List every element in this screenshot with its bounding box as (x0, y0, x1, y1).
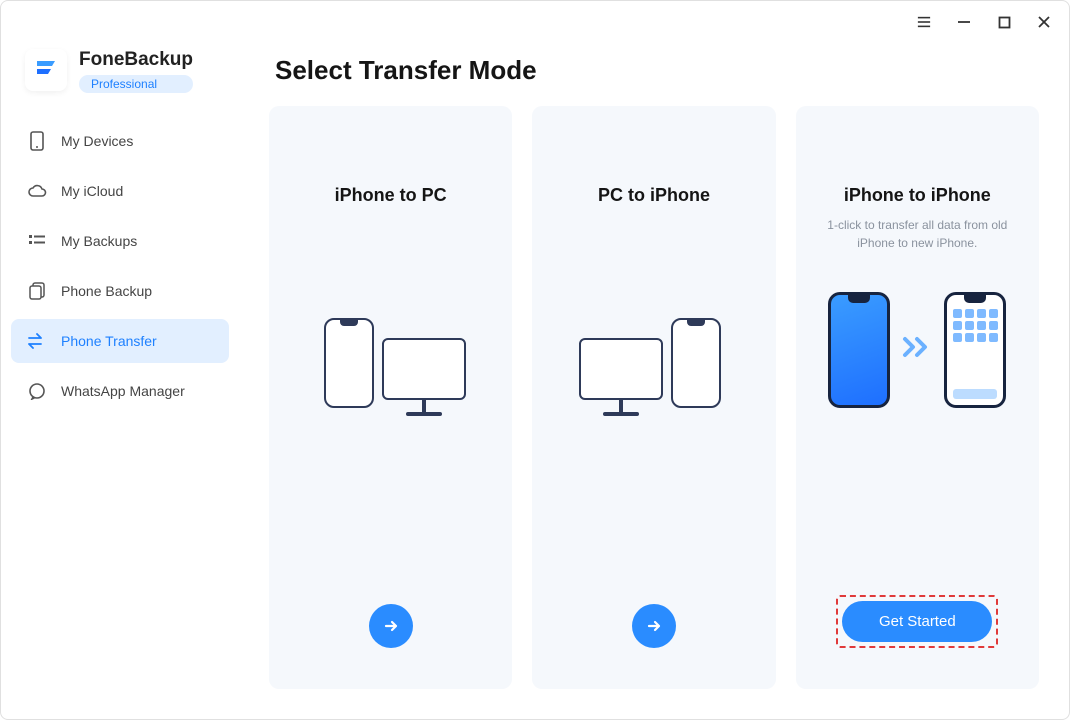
sidebar-item-label: My Devices (61, 133, 133, 149)
sidebar-item-label: Phone Backup (61, 283, 152, 299)
cloud-icon (27, 181, 47, 201)
menu-icon[interactable] (917, 15, 931, 29)
app-logo-icon (25, 49, 67, 91)
card-desc: 1-click to transfer all data from old iP… (815, 216, 1020, 252)
titlebar (1, 1, 1069, 43)
highlight-box: Get Started (836, 595, 998, 648)
card-iphone-to-pc[interactable]: iPhone to PC (269, 106, 512, 689)
list-icon (27, 231, 47, 251)
illus-pc-to-iphone (579, 306, 729, 416)
pro-badge: Professional (79, 75, 193, 93)
sidebar-item-label: My iCloud (61, 183, 123, 199)
card-iphone-to-iphone[interactable]: iPhone to iPhone 1-click to transfer all… (796, 106, 1039, 689)
card-title: iPhone to PC (335, 185, 447, 206)
sidebar-item-my-devices[interactable]: My Devices (11, 119, 229, 163)
sidebar-item-my-backups[interactable]: My Backups (11, 219, 229, 263)
card-action (632, 604, 676, 648)
logo-block: FoneBackup Professional (1, 49, 239, 93)
sidebar-item-phone-backup[interactable]: Phone Backup (11, 269, 229, 313)
chat-icon (27, 381, 47, 401)
arrow-button[interactable] (632, 604, 676, 648)
page-title: Select Transfer Mode (269, 55, 1039, 86)
sidebar-item-label: My Backups (61, 233, 137, 249)
phone-icon (27, 131, 47, 151)
app-name: FoneBackup (79, 49, 193, 71)
card-title: PC to iPhone (598, 185, 710, 206)
illus-iphone-to-iphone (828, 292, 1006, 408)
main-content: Select Transfer Mode iPhone to PC (239, 43, 1069, 719)
close-icon[interactable] (1037, 15, 1051, 29)
sidebar-item-label: Phone Transfer (61, 333, 157, 349)
card-row: iPhone to PC PC to iPhone (269, 106, 1039, 689)
sidebar-item-phone-transfer[interactable]: Phone Transfer (11, 319, 229, 363)
transfer-icon (27, 331, 47, 351)
sidebar-item-my-icloud[interactable]: My iCloud (11, 169, 229, 213)
arrow-button[interactable] (369, 604, 413, 648)
minimize-icon[interactable] (957, 15, 971, 29)
illus-iphone-to-pc (316, 306, 466, 416)
card-pc-to-iphone[interactable]: PC to iPhone (532, 106, 775, 689)
get-started-button[interactable]: Get Started (842, 601, 992, 642)
chevrons-icon (902, 334, 932, 366)
maximize-icon[interactable] (997, 15, 1011, 29)
sidebar-item-label: WhatsApp Manager (61, 383, 185, 399)
card-action (369, 604, 413, 648)
card-title: iPhone to iPhone (844, 185, 991, 206)
card-action: Get Started (836, 595, 998, 648)
sidebar: FoneBackup Professional My Devices My iC… (1, 43, 239, 719)
app-window: FoneBackup Professional My Devices My iC… (0, 0, 1070, 720)
backup-icon (27, 281, 47, 301)
sidebar-item-whatsapp-manager[interactable]: WhatsApp Manager (11, 369, 229, 413)
sidebar-nav: My Devices My iCloud My Backups (1, 111, 239, 427)
